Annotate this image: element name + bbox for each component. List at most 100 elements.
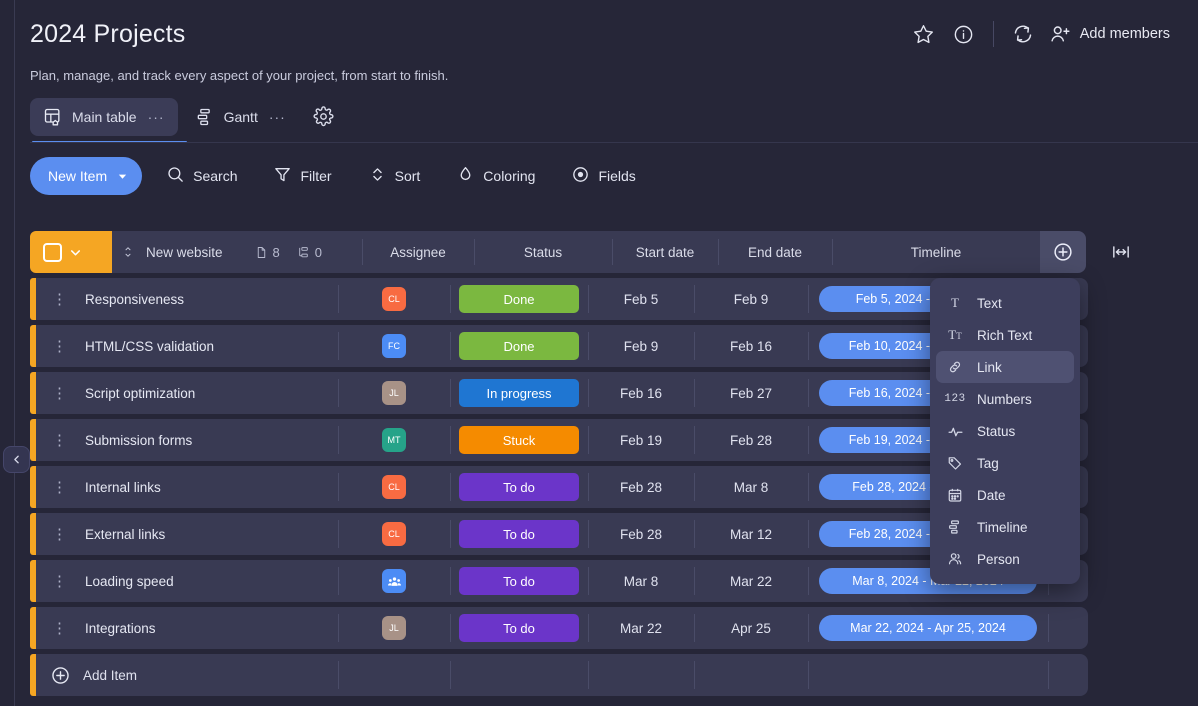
row-name-cell[interactable]: ⋮ Script optimization: [36, 372, 338, 414]
row-name-cell[interactable]: ⋮ Responsiveness: [36, 278, 338, 320]
fit-width-button[interactable]: [1110, 231, 1132, 273]
coloring-button[interactable]: Coloring: [444, 157, 547, 195]
status-badge[interactable]: To do: [459, 520, 579, 548]
row-menu-icon[interactable]: ⋮: [52, 527, 67, 542]
row-status-cell[interactable]: To do: [450, 607, 588, 649]
row-end-date-cell[interactable]: Feb 27: [694, 372, 808, 414]
row-start-date-cell[interactable]: Feb 28: [588, 466, 694, 508]
add-item-row[interactable]: Add Item: [30, 654, 1132, 696]
row-start-date-cell[interactable]: Feb 16: [588, 372, 694, 414]
row-start-date-cell[interactable]: Feb 28: [588, 513, 694, 555]
column-header-end-date[interactable]: End date: [718, 231, 832, 273]
tab-main-table[interactable]: Main table ···: [30, 98, 178, 136]
team-icon[interactable]: [382, 569, 406, 593]
status-badge[interactable]: Stuck: [459, 426, 579, 454]
row-assignee-cell[interactable]: MT: [338, 419, 450, 461]
status-badge[interactable]: To do: [459, 473, 579, 501]
row-start-date-cell[interactable]: Mar 22: [588, 607, 694, 649]
status-badge[interactable]: To do: [459, 614, 579, 642]
row-status-cell[interactable]: To do: [450, 560, 588, 602]
row-name-cell[interactable]: ⋮ Integrations: [36, 607, 338, 649]
row-status-cell[interactable]: To do: [450, 513, 588, 555]
row-menu-icon[interactable]: ⋮: [52, 339, 67, 354]
status-badge[interactable]: Done: [459, 285, 579, 313]
timeline-pill[interactable]: Mar 22, 2024 - Apr 25, 2024: [819, 615, 1037, 641]
menu-item-date[interactable]: Date: [936, 479, 1074, 511]
row-assignee-cell[interactable]: CL: [338, 513, 450, 555]
row-end-date-cell[interactable]: Feb 16: [694, 325, 808, 367]
row-menu-icon[interactable]: ⋮: [52, 480, 67, 495]
row-end-date-cell[interactable]: Feb 9: [694, 278, 808, 320]
row-menu-icon[interactable]: ⋮: [52, 433, 67, 448]
menu-item-rich-text[interactable]: TT Rich Text: [936, 319, 1074, 351]
row-start-date-cell[interactable]: Feb 5: [588, 278, 694, 320]
menu-item-text[interactable]: T Text: [936, 287, 1074, 319]
row-end-date-cell[interactable]: Mar 8: [694, 466, 808, 508]
avatar[interactable]: CL: [382, 522, 406, 546]
avatar[interactable]: JL: [382, 616, 406, 640]
menu-item-status[interactable]: Status: [936, 415, 1074, 447]
row-menu-icon[interactable]: ⋮: [52, 386, 67, 401]
search-button[interactable]: Search: [154, 157, 249, 195]
row-assignee-cell[interactable]: JL: [338, 607, 450, 649]
fields-button[interactable]: Fields: [559, 157, 647, 195]
new-item-button[interactable]: New Item: [30, 157, 142, 195]
column-header-assignee[interactable]: Assignee: [362, 231, 474, 273]
row-assignee-cell[interactable]: [338, 560, 450, 602]
add-members-button[interactable]: Add members: [1043, 17, 1180, 51]
avatar[interactable]: CL: [382, 287, 406, 311]
row-name-cell[interactable]: ⋮ Internal links: [36, 466, 338, 508]
avatar[interactable]: JL: [382, 381, 406, 405]
row-menu-icon[interactable]: ⋮: [52, 621, 67, 636]
status-badge[interactable]: To do: [459, 567, 579, 595]
menu-item-person[interactable]: Person: [936, 543, 1074, 575]
avatar[interactable]: MT: [382, 428, 406, 452]
row-start-date-cell[interactable]: Feb 19: [588, 419, 694, 461]
select-all-checkbox[interactable]: [43, 243, 62, 262]
menu-item-link[interactable]: Link: [936, 351, 1074, 383]
row-start-date-cell[interactable]: Mar 8: [588, 560, 694, 602]
row-status-cell[interactable]: To do: [450, 466, 588, 508]
row-timeline-cell[interactable]: Mar 22, 2024 - Apr 25, 2024: [808, 607, 1048, 649]
menu-item-tag[interactable]: Tag: [936, 447, 1074, 479]
group-name-header[interactable]: New website 8 0: [112, 231, 362, 273]
row-end-date-cell[interactable]: Feb 28: [694, 419, 808, 461]
row-name-cell[interactable]: ⋮ HTML/CSS validation: [36, 325, 338, 367]
row-status-cell[interactable]: Done: [450, 278, 588, 320]
view-settings-button[interactable]: [303, 97, 344, 136]
row-assignee-cell[interactable]: CL: [338, 278, 450, 320]
row-assignee-cell[interactable]: JL: [338, 372, 450, 414]
row-name-cell[interactable]: ⋮ External links: [36, 513, 338, 555]
row-name-cell[interactable]: ⋮ Loading speed: [36, 560, 338, 602]
menu-item-numbers[interactable]: 123 Numbers: [936, 383, 1074, 415]
status-badge[interactable]: In progress: [459, 379, 579, 407]
collapse-sidebar-button[interactable]: [3, 446, 30, 473]
menu-item-timeline[interactable]: Timeline: [936, 511, 1074, 543]
sort-button[interactable]: Sort: [356, 157, 433, 195]
row-assignee-cell[interactable]: FC: [338, 325, 450, 367]
tab-gantt[interactable]: Gantt ···: [182, 98, 299, 136]
avatar[interactable]: CL: [382, 475, 406, 499]
column-type-menu[interactable]: T Text TT Rich Text Link 123 Numbers Sta…: [930, 278, 1080, 584]
tab-gantt-menu[interactable]: ···: [269, 109, 286, 125]
filter-button[interactable]: Filter: [261, 157, 343, 195]
row-start-date-cell[interactable]: Feb 9: [588, 325, 694, 367]
column-header-start-date[interactable]: Start date: [612, 231, 718, 273]
row-end-date-cell[interactable]: Apr 25: [694, 607, 808, 649]
row-status-cell[interactable]: Done: [450, 325, 588, 367]
star-icon[interactable]: [904, 14, 944, 54]
row-menu-icon[interactable]: ⋮: [52, 292, 67, 307]
row-end-date-cell[interactable]: Mar 22: [694, 560, 808, 602]
row-assignee-cell[interactable]: CL: [338, 466, 450, 508]
column-header-status[interactable]: Status: [474, 231, 612, 273]
info-icon[interactable]: [944, 14, 984, 54]
row-status-cell[interactable]: In progress: [450, 372, 588, 414]
add-column-button[interactable]: [1040, 231, 1086, 273]
group-select-cell[interactable]: [30, 231, 112, 273]
sync-icon[interactable]: [1003, 14, 1043, 54]
avatar[interactable]: FC: [382, 334, 406, 358]
tab-main-table-menu[interactable]: ···: [148, 109, 165, 125]
row-end-date-cell[interactable]: Mar 12: [694, 513, 808, 555]
row-status-cell[interactable]: Stuck: [450, 419, 588, 461]
add-item-cell[interactable]: Add Item: [36, 654, 338, 696]
